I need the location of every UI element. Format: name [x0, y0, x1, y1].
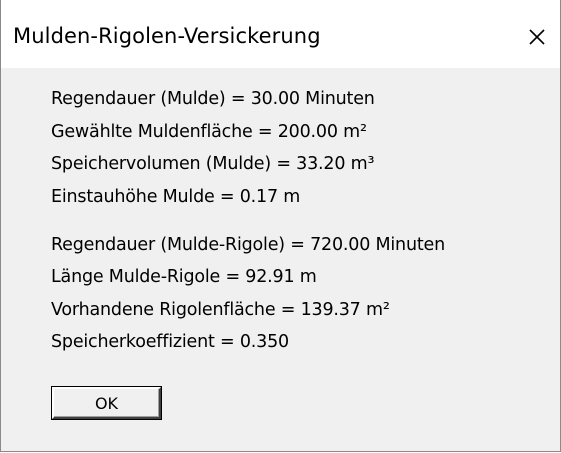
result-speichervolumen: Speichervolumen (Mulde) = 33.20 m³: [51, 154, 375, 174]
ok-button[interactable]: OK: [52, 387, 161, 419]
result-speicherkoeffizient: Speicherkoeffizient = 0.350: [51, 332, 289, 352]
result-muldenflaeche: Gewählte Muldenfläche = 200.00 m²: [51, 122, 367, 142]
result-laenge-mulde-rigole: Länge Mulde-Rigole = 92.91 m: [51, 267, 317, 287]
dialog-content: Regendauer (Mulde) = 30.00 Minuten Gewäh…: [1, 68, 560, 451]
dialog-window: Mulden-Rigolen-Versickerung Regendauer (…: [0, 0, 561, 452]
window-title: Mulden-Rigolen-Versickerung: [13, 24, 321, 48]
close-button[interactable]: [514, 14, 560, 60]
result-regendauer-mulde: Regendauer (Mulde) = 30.00 Minuten: [51, 89, 375, 109]
title-bar[interactable]: Mulden-Rigolen-Versickerung: [1, 0, 560, 68]
result-regendauer-mulde-rigole: Regendauer (Mulde-Rigole) = 720.00 Minut…: [51, 235, 445, 255]
result-einstauhoehe: Einstauhöhe Mulde = 0.17 m: [51, 187, 301, 207]
close-icon: [529, 29, 545, 45]
result-rigolenflaeche: Vorhandene Rigolenfläche = 139.37 m²: [51, 300, 390, 320]
